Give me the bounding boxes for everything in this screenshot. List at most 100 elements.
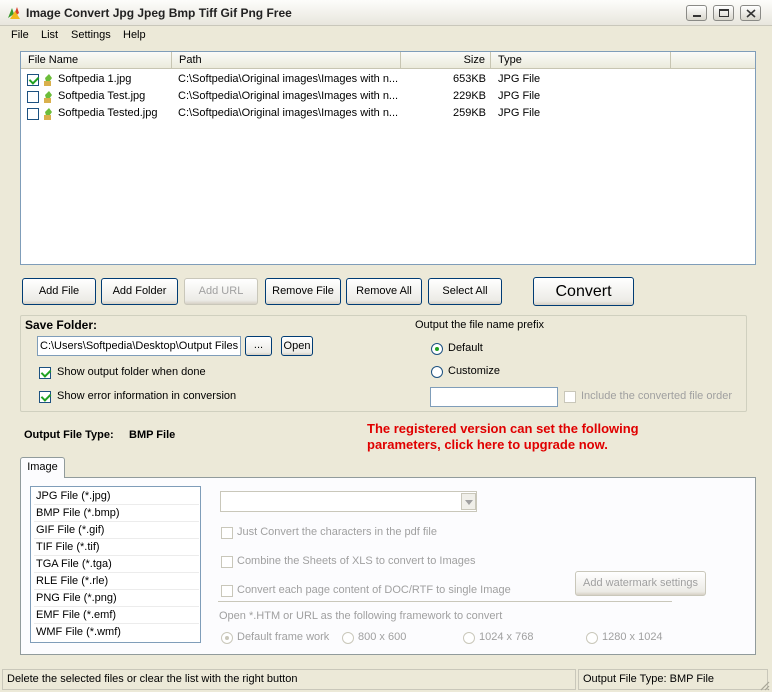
column-header-size[interactable]: Size	[401, 52, 491, 69]
list-item[interactable]: RLE File (*.rle)	[34, 573, 199, 590]
image-file-icon	[44, 108, 52, 120]
close-button[interactable]	[740, 5, 761, 21]
file-type-list[interactable]: JPG File (*.jpg) BMP File (*.bmp) GIF Fi…	[30, 486, 201, 643]
add-file-button[interactable]: Add File	[22, 278, 96, 305]
prefix-default-radio[interactable]	[431, 343, 443, 355]
save-folder-path-input[interactable]: C:\Users\Softpedia\Desktop\Output Files	[37, 336, 241, 356]
cell-size: 653KB	[452, 73, 486, 85]
prefix-default-label: Default	[448, 342, 483, 354]
maximize-icon	[719, 9, 729, 17]
frame-1280-radio[interactable]	[586, 632, 598, 644]
cell-file-name: Softpedia Tested.jpg	[58, 107, 158, 119]
cell-type: JPG File	[498, 73, 541, 85]
cell-path: C:\Softpedia\Original images\Images with…	[178, 90, 399, 102]
column-header-blank	[671, 52, 755, 69]
minimize-button[interactable]	[686, 5, 707, 21]
menu-file[interactable]: File	[11, 26, 29, 44]
menu-help[interactable]: Help	[123, 26, 146, 44]
frame-1024-label: 1024 x 768	[479, 631, 534, 643]
output-type-label: Output File Type:	[24, 429, 114, 441]
add-folder-button[interactable]: Add Folder	[101, 278, 178, 305]
table-row[interactable]: Softpedia Tested.jpg C:\Softpedia\Origin…	[21, 105, 755, 122]
tab-image[interactable]: Image	[20, 457, 65, 478]
list-item[interactable]: EMF File (*.emf)	[34, 607, 199, 624]
remove-all-button[interactable]: Remove All	[346, 278, 422, 305]
select-all-button[interactable]: Select All	[428, 278, 502, 305]
cell-file-name: Softpedia 1.jpg	[58, 73, 132, 85]
cell-path: C:\Softpedia\Original images\Images with…	[178, 73, 399, 85]
frame-800-label: 800 x 600	[358, 631, 407, 643]
upgrade-link[interactable]: The registered version can set the follo…	[367, 421, 639, 453]
prefix-label: Output the file name prefix	[415, 319, 545, 331]
show-error-info-checkbox[interactable]	[39, 391, 51, 403]
combine-xls-checkbox[interactable]	[221, 556, 233, 568]
frame-1024-radio[interactable]	[463, 632, 475, 644]
frame-default-radio[interactable]	[221, 632, 233, 644]
cell-type: JPG File	[498, 107, 541, 119]
menu-bar	[0, 26, 772, 44]
maximize-button[interactable]	[713, 5, 734, 21]
cell-size: 229KB	[452, 90, 486, 102]
just-convert-pdf-checkbox[interactable]	[221, 527, 233, 539]
just-convert-pdf-label: Just Convert the characters in the pdf f…	[237, 526, 437, 538]
prefix-customize-radio[interactable]	[431, 366, 443, 378]
table-row[interactable]: Softpedia Test.jpg C:\Softpedia\Original…	[21, 88, 755, 105]
app-icon	[6, 5, 22, 21]
combine-xls-label: Combine the Sheets of XLS to convert to …	[237, 555, 476, 567]
frame-default-label: Default frame work	[237, 631, 330, 643]
show-output-folder-checkbox[interactable]	[39, 367, 51, 379]
include-order-checkbox[interactable]	[564, 391, 576, 403]
cell-type: JPG File	[498, 90, 541, 102]
cell-size: 259KB	[452, 107, 486, 119]
custom-prefix-input[interactable]	[430, 387, 558, 407]
resize-grip-icon[interactable]	[758, 679, 770, 691]
menu-list[interactable]: List	[41, 26, 58, 44]
dropdown-arrow-button[interactable]	[461, 493, 476, 510]
image-file-icon	[44, 74, 52, 86]
add-watermark-button[interactable]: Add watermark settings	[575, 571, 706, 596]
minimize-icon	[693, 15, 701, 17]
frame-1280-label: 1280 x 1024	[602, 631, 663, 643]
convert-button[interactable]: Convert	[533, 277, 634, 306]
list-item[interactable]: TIF File (*.tif)	[34, 539, 199, 556]
framework-label: Open *.HTM or URL as the following frame…	[219, 610, 503, 622]
list-item[interactable]: JPG File (*.jpg)	[34, 488, 199, 505]
row-checkbox[interactable]	[27, 74, 39, 86]
row-checkbox[interactable]	[27, 108, 39, 120]
column-header-type[interactable]: Type	[491, 52, 671, 69]
cell-path: C:\Softpedia\Original images\Images with…	[178, 107, 399, 119]
column-header-file-name[interactable]: File Name	[21, 52, 172, 69]
frame-800-radio[interactable]	[342, 632, 354, 644]
close-icon	[746, 9, 756, 18]
list-item[interactable]: BMP File (*.bmp)	[34, 505, 199, 522]
table-row[interactable]: Softpedia 1.jpg C:\Softpedia\Original im…	[21, 71, 755, 88]
output-type-value: BMP File	[129, 429, 176, 441]
list-item[interactable]: WMF File (*.wmf)	[34, 624, 199, 641]
row-checkbox[interactable]	[27, 91, 39, 103]
menu-settings[interactable]: Settings	[71, 26, 111, 44]
convert-doc-rtf-checkbox[interactable]	[221, 585, 233, 597]
add-url-button[interactable]: Add URL	[184, 278, 258, 305]
format-options-dropdown[interactable]	[220, 491, 477, 512]
browse-folder-button[interactable]: ...	[245, 336, 272, 356]
image-file-icon	[44, 91, 52, 103]
show-error-info-label: Show error information in conversion	[57, 390, 237, 402]
window-title: Image Convert Jpg Jpeg Bmp Tiff Gif Png …	[26, 6, 292, 20]
show-output-folder-label: Show output folder when done	[57, 366, 206, 378]
file-list[interactable]: File Name Path Size Type Softpedia 1.jpg…	[20, 51, 756, 265]
include-order-label: Include the converted file order	[581, 390, 733, 402]
status-message: Delete the selected files or clear the l…	[2, 669, 576, 690]
open-folder-button[interactable]: Open	[281, 336, 313, 356]
status-output-type: Output File Type: BMP File	[578, 669, 768, 690]
column-header-path[interactable]: Path	[172, 52, 401, 69]
upgrade-line-2: parameters, click here to upgrade now.	[367, 437, 608, 452]
list-item[interactable]: PNG File (*.png)	[34, 590, 199, 607]
list-item[interactable]: GIF File (*.gif)	[34, 522, 199, 539]
cell-file-name: Softpedia Test.jpg	[58, 90, 146, 102]
remove-file-button[interactable]: Remove File	[265, 278, 341, 305]
list-item[interactable]: TGA File (*.tga)	[34, 556, 199, 573]
save-folder-label: Save Folder:	[25, 318, 98, 332]
divider	[218, 601, 672, 602]
upgrade-line-1: The registered version can set the follo…	[367, 421, 639, 436]
convert-doc-rtf-label: Convert each page content of DOC/RTF to …	[237, 584, 511, 596]
